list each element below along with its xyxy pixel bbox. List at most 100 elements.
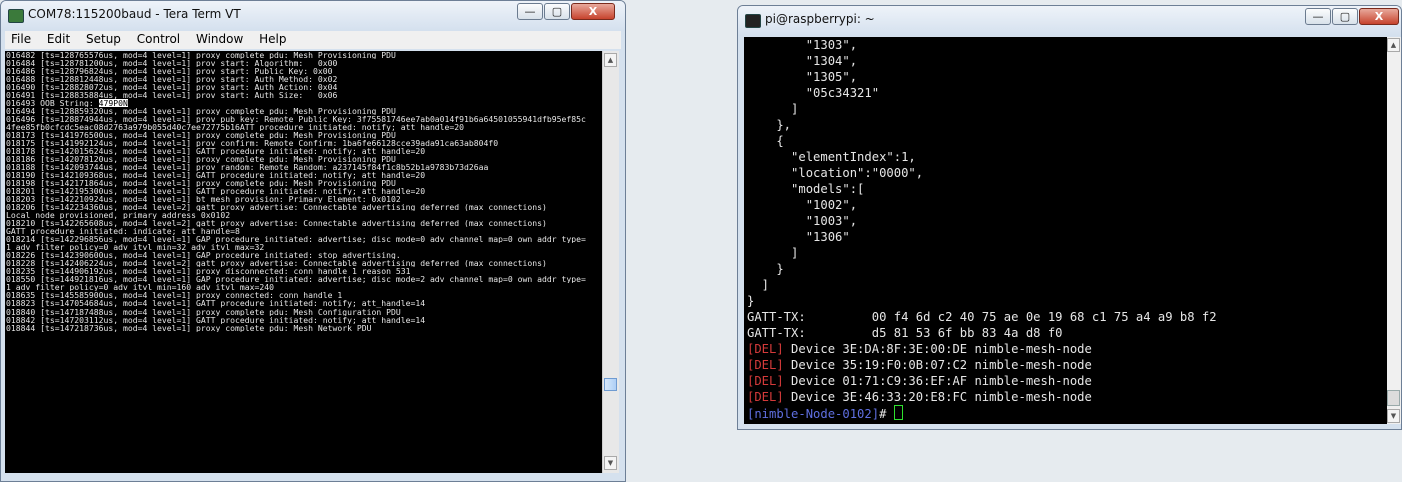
menu-help[interactable]: Help (253, 31, 292, 46)
teraterm-titlebar[interactable]: COM78:115200baud - Tera Term VT — ▢ X (1, 1, 625, 31)
terminal-line: "1002", (744, 197, 1387, 213)
log-line-text: 018842 [ts=147203112us, mod=4 level=1] G… (6, 315, 426, 324)
log-line: 016490 [ts=128828072us, mod=4 level=1] p… (5, 83, 602, 91)
teraterm-menubar: File Edit Setup Control Window Help (5, 31, 621, 49)
log-line-text: 018188 [ts=142093744us, mod=4 level=1] p… (6, 163, 489, 172)
log-line-text: 018844 [ts=147218736us, mod=4 level=1] p… (6, 323, 372, 332)
terminal-line-text: ] (747, 278, 770, 292)
log-line-text: 016494 [ts=128859320us, mod=4 level=1] p… (6, 107, 396, 116)
terminal-line-text: "1305", (747, 70, 858, 84)
log-line-text: 4fee85fb0cfcdc5eac08d2763a979b055d40c7ee… (6, 123, 465, 132)
teraterm-terminal-output[interactable]: 016482 [ts=128765576us, mod=4 level=1] p… (5, 51, 602, 473)
log-line-text: 016486 [ts=128796824us, mod=4 level=1] p… (6, 67, 333, 76)
menu-file[interactable]: File (5, 31, 37, 46)
close-button[interactable]: X (1359, 8, 1399, 25)
prompt-suffix: # (879, 407, 894, 421)
menu-control[interactable]: Control (131, 31, 186, 46)
log-line: 018188 [ts=142093744us, mod=4 level=1] p… (5, 163, 602, 171)
terminal-line: ] (744, 245, 1387, 261)
terminal-line-text: "elementIndex":1, (747, 150, 916, 164)
log-line-text: 018210 [ts=142265608us, mod=4 level=2] g… (6, 219, 547, 228)
menu-window[interactable]: Window (190, 31, 249, 46)
device-text: Device 35:19:F0:0B:07:C2 nimble-mesh-nod… (783, 358, 1092, 372)
log-line-text: 018235 [ts=144906192us, mod=4 level=1] p… (6, 267, 411, 276)
log-line: 016496 [ts=128874944us, mod=4 level=1] p… (5, 115, 602, 123)
terminal-line-text: "1003", (747, 214, 858, 228)
terminal-line-text: "location":"0000", (747, 166, 924, 180)
terminal-line: { (744, 133, 1387, 149)
terminal-line-text: "05c34321" (747, 86, 880, 100)
log-line-text: 018550 [ts=144921816us, mod=4 level=1] G… (6, 275, 586, 284)
log-line: 016491 [ts=128835884us, mod=4 level=1] p… (5, 91, 602, 99)
log-line-text: 018823 [ts=147054684us, mod=4 level=1] G… (6, 299, 426, 308)
terminal-line: "1003", (744, 213, 1387, 229)
terminal-line-text: "1002", (747, 198, 858, 212)
log-line: 018226 [ts=142390600us, mod=4 level=1] G… (5, 251, 602, 259)
scroll-up-icon[interactable]: ▲ (604, 53, 617, 67)
minimize-button[interactable]: — (517, 3, 543, 20)
log-line: 016482 [ts=128765576us, mod=4 level=1] p… (5, 51, 602, 59)
terminal-line: "1304", (744, 53, 1387, 69)
log-line-text: 016493 OOB String: (6, 99, 99, 108)
text-cursor (893, 405, 903, 420)
log-line: 018214 [ts=142296856us, mod=4 level=1] G… (5, 235, 602, 243)
scrollbar-thumb[interactable] (604, 378, 617, 391)
log-line-text: 018201 [ts=142195300us, mod=4 level=1] G… (6, 187, 426, 196)
log-line: 4fee85fb0cfcdc5eac08d2763a979b055d40c7ee… (5, 123, 602, 131)
pi-scrollbar[interactable]: ▲ ▼ (1387, 37, 1401, 424)
terminal-line: ] (744, 277, 1387, 293)
teraterm-scrollbar[interactable]: ▲ ▼ (602, 51, 619, 473)
terminal-line-text: "1304", (747, 54, 858, 68)
close-button[interactable]: X (571, 3, 615, 20)
del-tag: [DEL] (747, 374, 784, 388)
log-line-text: 016496 [ts=128874944us, mod=4 level=1] p… (6, 115, 586, 124)
log-line: 016488 [ts=128812448us, mod=4 level=1] p… (5, 75, 602, 83)
minimize-button[interactable]: — (1305, 8, 1331, 25)
log-line: 1 adv_filter_policy=0 adv_itvl_min=32 ad… (5, 243, 602, 251)
menu-edit[interactable]: Edit (41, 31, 76, 46)
log-line: 018206 [ts=142234360us, mod=4 level=2] g… (5, 203, 602, 211)
terminal-line: "1306" (744, 229, 1387, 245)
teraterm-title: COM78:115200baud - Tera Term VT (28, 7, 241, 21)
maximize-button[interactable]: ▢ (544, 3, 570, 20)
terminal-line: "05c34321" (744, 85, 1387, 101)
shell-prompt-line[interactable]: [nimble-Node-0102]# (744, 405, 1387, 421)
log-line-text: 018175 [ts=141992124us, mod=4 level=1] p… (6, 139, 499, 148)
log-line: 018635 [ts=145585900us, mod=4 level=1] p… (5, 291, 602, 299)
scroll-up-icon[interactable]: ▲ (1387, 38, 1400, 52)
scroll-down-icon[interactable]: ▼ (1387, 409, 1400, 423)
terminal-line: "elementIndex":1, (744, 149, 1387, 165)
del-tag: [DEL] (747, 358, 784, 372)
terminal-line: "location":"0000", (744, 165, 1387, 181)
terminal-line-text: "1306" (747, 230, 850, 244)
scrollbar-thumb[interactable] (1387, 390, 1400, 406)
terminal-line-text: }, (747, 118, 792, 132)
terminal-line-text: ] (747, 246, 799, 260)
device-text: Device 01:71:C9:36:EF:AF nimble-mesh-nod… (783, 374, 1092, 388)
terminal-line: "models":[ (744, 181, 1387, 197)
oob-string-selection: 479P0N (98, 99, 128, 108)
log-line-text: 018635 [ts=145585900us, mod=4 level=1] p… (6, 291, 343, 300)
log-line: 016484 [ts=128781200us, mod=4 level=1] p… (5, 59, 602, 67)
device-removed-line: [DEL] Device 3E:46:33:20:E8:FC nimble-me… (744, 389, 1387, 405)
terminal-line-text: } (747, 294, 755, 308)
log-line-text: 1 adv_filter_policy=0 adv_itvl_min=32 ad… (6, 243, 265, 252)
terminal-line-text: "models":[ (747, 182, 865, 196)
log-line: 018842 [ts=147203112us, mod=4 level=1] G… (5, 316, 602, 324)
log-line: 018201 [ts=142195300us, mod=4 level=1] G… (5, 187, 602, 195)
menu-setup[interactable]: Setup (80, 31, 127, 46)
device-removed-line: [DEL] Device 35:19:F0:0B:07:C2 nimble-me… (744, 357, 1387, 373)
maximize-button[interactable]: ▢ (1332, 8, 1358, 25)
pi-titlebar[interactable]: pi@raspberrypi: ~ — ▢ X (738, 6, 1401, 36)
log-line: 016486 [ts=128796824us, mod=4 level=1] p… (5, 67, 602, 75)
terminal-line-text: ] (747, 102, 799, 116)
log-line: 018550 [ts=144921816us, mod=4 level=1] G… (5, 275, 602, 283)
log-line-text: 018214 [ts=142296856us, mod=4 level=1] G… (6, 235, 586, 244)
log-line: 018203 [ts=142210924us, mod=4 level=1] b… (5, 195, 602, 203)
pi-terminal-output[interactable]: "1303", "1304", "1305", "05c34321" ] }, … (744, 37, 1387, 424)
log-line-text: 016488 [ts=128812448us, mod=4 level=1] p… (6, 75, 338, 84)
terminal-line: ] (744, 101, 1387, 117)
scroll-down-icon[interactable]: ▼ (604, 456, 617, 470)
log-line-text: 018186 [ts=142078120us, mod=4 level=1] p… (6, 155, 396, 164)
log-line-text: 016491 [ts=128835884us, mod=4 level=1] p… (6, 91, 338, 100)
